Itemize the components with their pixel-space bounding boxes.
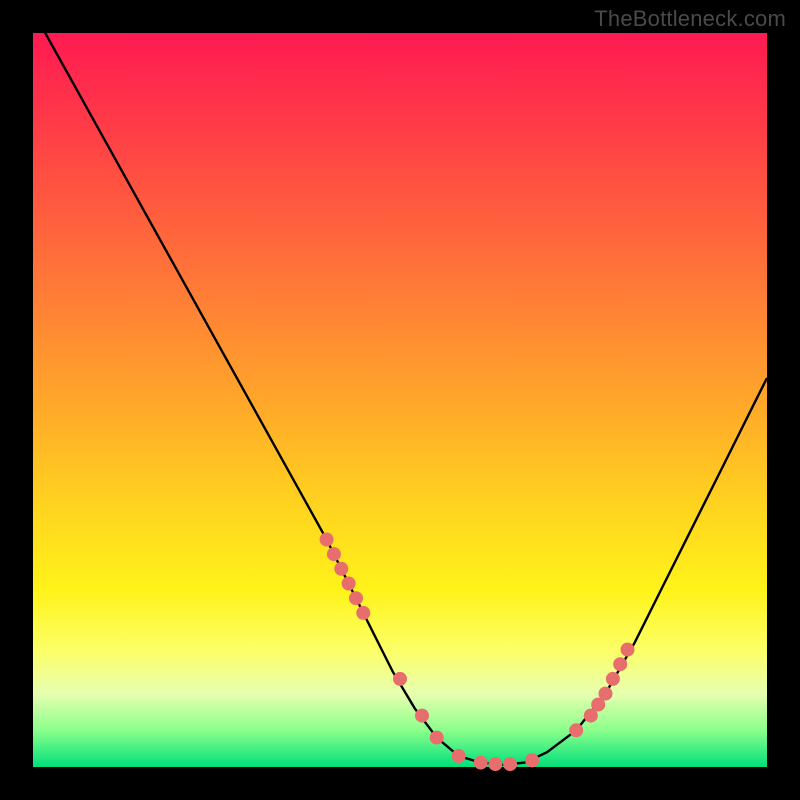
chart-frame: TheBottleneck.com	[0, 0, 800, 800]
curve-path	[33, 11, 767, 765]
curve-layer	[33, 33, 767, 767]
watermark-text: TheBottleneck.com	[594, 6, 786, 32]
trough-marker	[334, 562, 348, 576]
trough-marker	[415, 709, 429, 723]
trough-marker	[327, 547, 341, 561]
trough-marker	[613, 657, 627, 671]
trough-markers	[320, 533, 635, 772]
trough-marker	[488, 757, 502, 771]
trough-marker	[599, 687, 613, 701]
trough-marker	[430, 731, 444, 745]
trough-marker	[349, 591, 363, 605]
trough-marker	[525, 753, 539, 767]
trough-marker	[474, 756, 488, 770]
trough-marker	[342, 577, 356, 591]
trough-marker	[569, 723, 583, 737]
trough-marker	[393, 672, 407, 686]
trough-marker	[503, 757, 517, 771]
trough-marker	[356, 606, 370, 620]
plot-area	[33, 33, 767, 767]
trough-marker	[320, 533, 334, 547]
bottleneck-curve	[33, 11, 767, 765]
trough-marker	[452, 749, 466, 763]
trough-marker	[621, 643, 635, 657]
trough-marker	[606, 672, 620, 686]
